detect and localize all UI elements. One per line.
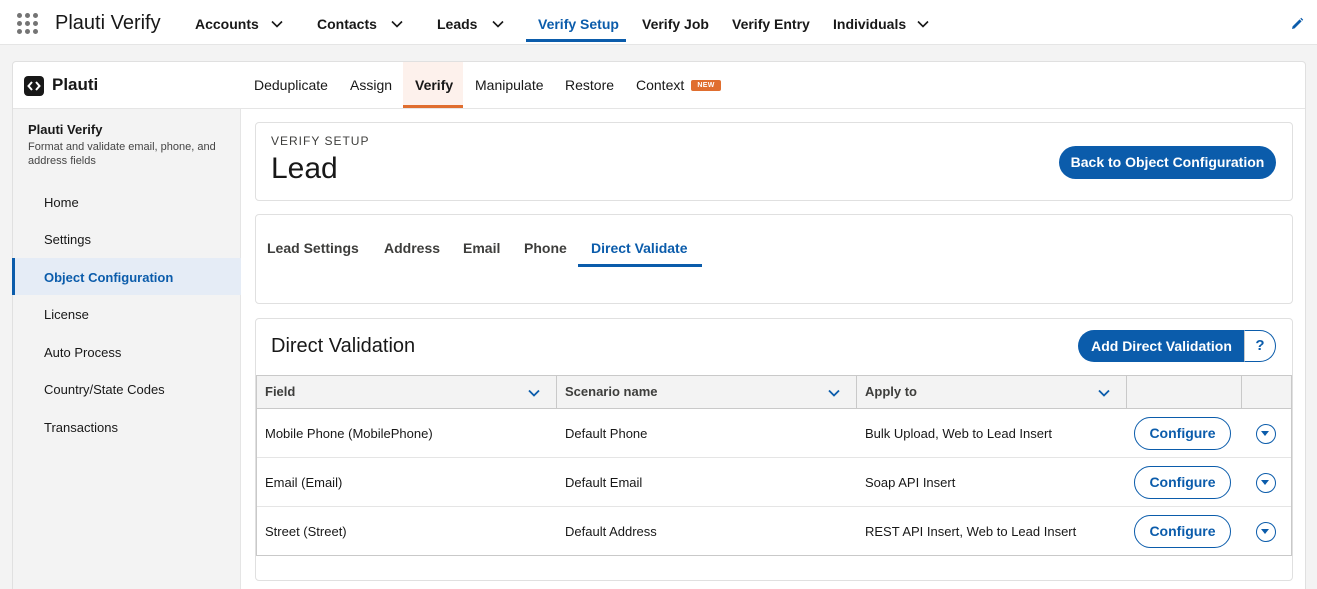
- tab-lead-settings[interactable]: Lead Settings: [267, 240, 359, 256]
- sidebar-description: Format and validate email, phone, and ad…: [28, 141, 216, 167]
- chevron-down-icon[interactable]: [491, 17, 505, 31]
- add-direct-validation-button[interactable]: Add Direct Validation: [1078, 330, 1245, 362]
- table-row: Street (Street) Default Address REST API…: [257, 507, 1291, 556]
- section-title: Direct Validation: [271, 335, 416, 357]
- nav-item-accounts[interactable]: Accounts: [195, 0, 259, 45]
- configure-button[interactable]: Configure: [1134, 515, 1231, 548]
- sidebar-item-object-configuration[interactable]: Object Configuration: [44, 270, 173, 285]
- sidebar-item-settings[interactable]: Settings: [44, 232, 91, 247]
- sidebar-title: Plauti Verify: [28, 122, 103, 137]
- chevron-down-icon[interactable]: [916, 17, 930, 31]
- app-name: Plauti Verify: [55, 12, 161, 34]
- brand-name: Plauti: [52, 75, 99, 94]
- cell-apply-to: REST API Insert, Web to Lead Insert: [865, 524, 1077, 539]
- plauti-logo-icon: [24, 76, 44, 96]
- chevron-down-icon[interactable]: [527, 386, 541, 400]
- cell-scenario: Default Phone: [565, 426, 648, 441]
- table-row: Email (Email) Default Email Soap API Ins…: [257, 458, 1291, 507]
- row-menu-icon[interactable]: [1256, 424, 1276, 444]
- nav-item-leads[interactable]: Leads: [437, 0, 477, 45]
- column-header-label: Field: [265, 384, 296, 399]
- tabs-panel: [255, 214, 1293, 304]
- chevron-down-icon[interactable]: [1097, 386, 1111, 400]
- back-to-object-configuration-button[interactable]: Back to Object Configuration: [1059, 146, 1276, 179]
- chevron-down-icon[interactable]: [390, 17, 404, 31]
- column-header-action: [1127, 376, 1242, 409]
- column-header-field[interactable]: Field: [257, 376, 557, 409]
- subnav-verify[interactable]: Verify: [415, 62, 453, 108]
- subnav-restore[interactable]: Restore: [565, 62, 614, 108]
- column-header-apply-to[interactable]: Apply to: [857, 376, 1127, 409]
- column-header-scenario-name[interactable]: Scenario name: [557, 376, 857, 409]
- sidebar-item-home[interactable]: Home: [44, 195, 79, 210]
- sidebar-item-country-state-codes[interactable]: Country/State Codes: [44, 382, 165, 397]
- cell-apply-to: Soap API Insert: [865, 475, 956, 490]
- active-nav-indicator: [526, 39, 626, 42]
- chevron-down-icon[interactable]: [827, 386, 841, 400]
- sidebar-item-auto-process[interactable]: Auto Process: [44, 345, 121, 360]
- direct-validation-table: Field Scenario name Apply to Mobile Phon…: [256, 375, 1292, 556]
- subnav-deduplicate[interactable]: Deduplicate: [254, 62, 328, 108]
- column-header-label: Scenario name: [565, 384, 658, 399]
- pencil-icon[interactable]: [1290, 17, 1304, 31]
- configure-button[interactable]: Configure: [1134, 466, 1231, 499]
- table-row: Mobile Phone (MobilePhone) Default Phone…: [257, 409, 1291, 458]
- global-nav: Plauti Verify Accounts Contacts Leads Ve…: [0, 0, 1317, 45]
- subnav-context[interactable]: Context: [636, 62, 684, 108]
- column-header-label: Apply to: [865, 384, 917, 399]
- subnav-manipulate[interactable]: Manipulate: [475, 62, 544, 108]
- chevron-down-icon[interactable]: [270, 17, 284, 31]
- active-tab-indicator: [578, 264, 702, 267]
- page-title: Lead: [271, 152, 338, 185]
- nav-item-contacts[interactable]: Contacts: [317, 0, 377, 45]
- tab-email[interactable]: Email: [463, 240, 500, 256]
- new-badge: NEW: [691, 80, 721, 91]
- sidebar-item-license[interactable]: License: [44, 307, 89, 322]
- cell-field: Email (Email): [265, 475, 343, 490]
- nav-item-verify-entry[interactable]: Verify Entry: [732, 0, 810, 45]
- app-launcher-icon[interactable]: [17, 13, 39, 35]
- cell-field: Street (Street): [265, 524, 347, 539]
- cell-scenario: Default Email: [565, 475, 643, 490]
- cell-field: Mobile Phone (MobilePhone): [265, 426, 433, 441]
- cell-scenario: Default Address: [565, 524, 657, 539]
- column-header-menu: [1242, 376, 1291, 409]
- subnav-assign[interactable]: Assign: [350, 62, 392, 108]
- cell-apply-to: Bulk Upload, Web to Lead Insert: [865, 426, 1052, 441]
- tab-phone[interactable]: Phone: [524, 240, 567, 256]
- help-button[interactable]: ?: [1244, 330, 1276, 362]
- nav-item-verify-job[interactable]: Verify Job: [642, 0, 709, 45]
- page-eyebrow: VERIFY SETUP: [271, 134, 370, 148]
- tab-address[interactable]: Address: [384, 240, 440, 256]
- nav-item-individuals[interactable]: Individuals: [833, 0, 906, 45]
- tab-direct-validate[interactable]: Direct Validate: [591, 240, 688, 256]
- row-menu-icon[interactable]: [1256, 522, 1276, 542]
- row-menu-icon[interactable]: [1256, 473, 1276, 493]
- sidebar-item-transactions[interactable]: Transactions: [44, 420, 118, 435]
- configure-button[interactable]: Configure: [1134, 417, 1231, 450]
